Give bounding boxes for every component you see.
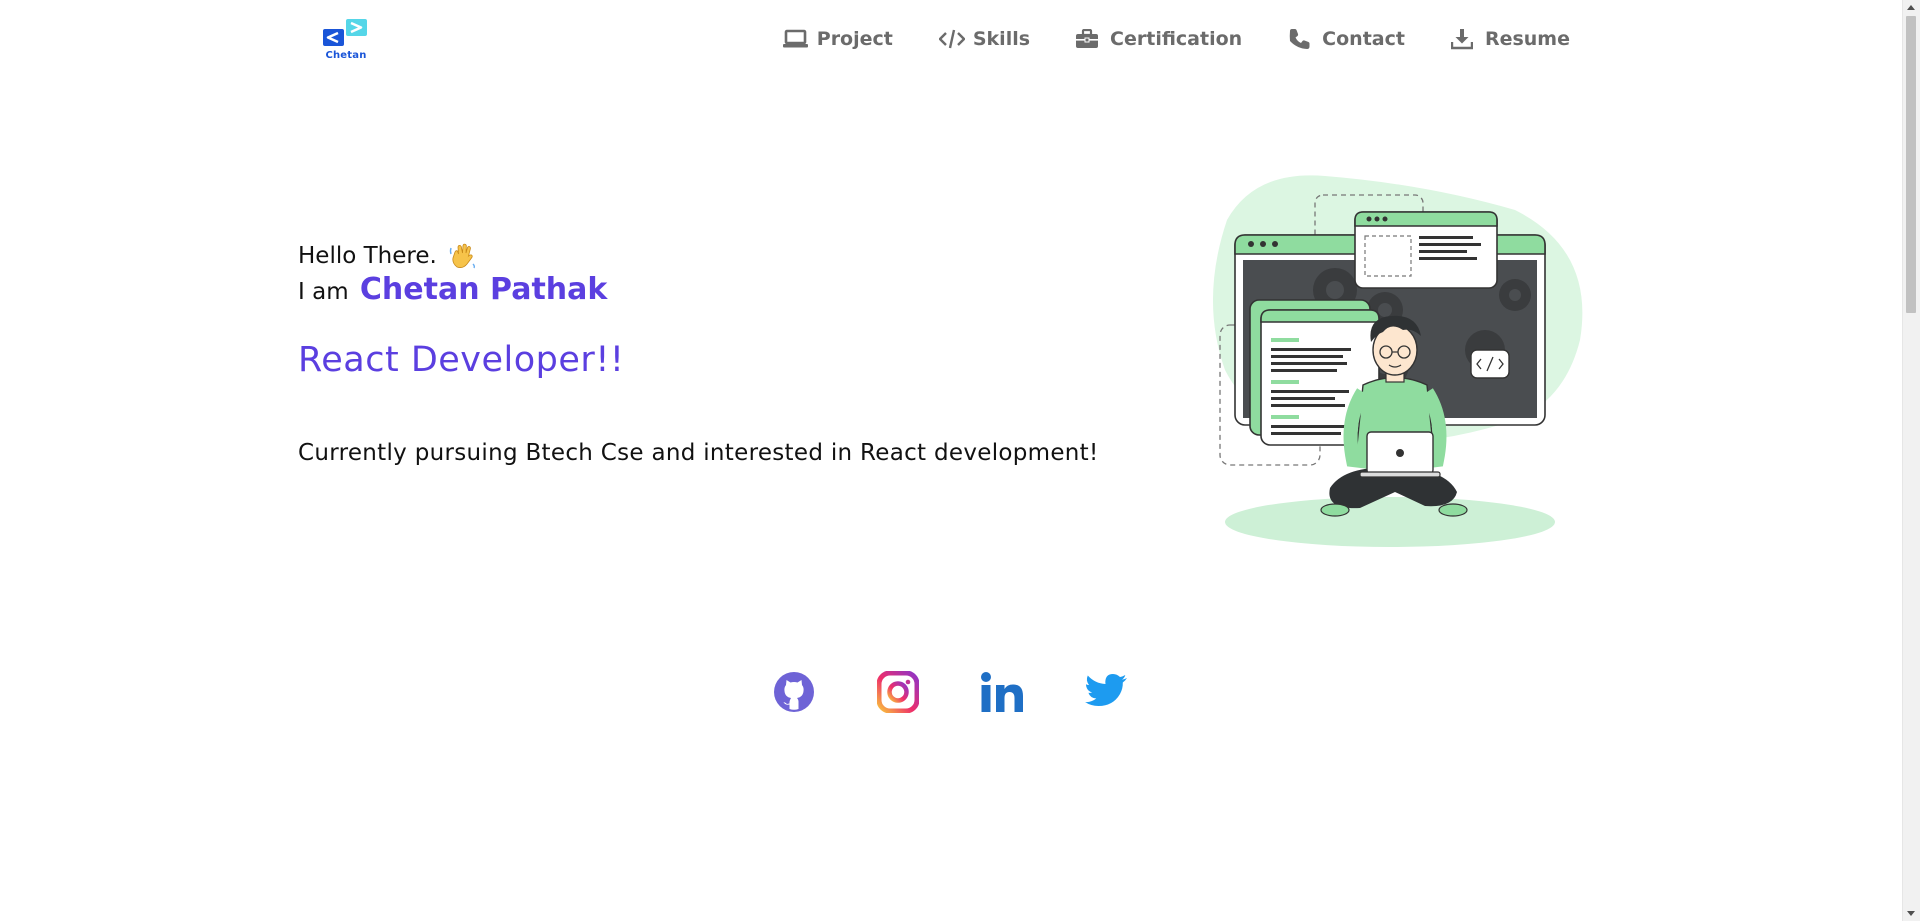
nav-item-label: Certification	[1110, 28, 1243, 50]
logo-text: Chetan	[325, 50, 367, 61]
page-scrollbar[interactable]	[1902, 0, 1920, 921]
twitter-icon	[1085, 674, 1127, 706]
social-link-instagram[interactable]	[874, 668, 922, 716]
nav-item-certification[interactable]: Certification	[1076, 28, 1242, 50]
nav-item-label: Skills	[972, 28, 1031, 50]
nav-item-label: Contact	[1322, 28, 1405, 50]
code-icon	[938, 28, 965, 50]
linkedin-icon	[981, 672, 1023, 712]
greeting: Hello There.	[298, 240, 1118, 272]
developer-laptop-illustration	[1195, 170, 1595, 550]
intro-line: I am Chetan Pathak	[298, 272, 1118, 310]
scroll-thumb[interactable]	[1906, 16, 1916, 313]
waving-hand-icon	[449, 242, 477, 270]
download-icon	[1450, 28, 1477, 50]
role-title: React Developer!!	[298, 340, 625, 380]
phone-icon	[1288, 28, 1314, 50]
briefcase-icon	[1076, 28, 1102, 50]
portfolio-page: Chetan Project Skills Certification Cont…	[0, 0, 1920, 921]
nav-item-label: Project	[816, 28, 893, 50]
social-link-linkedin[interactable]	[978, 668, 1026, 716]
summary-text: Currently pursuing Btech Cse and interes…	[298, 440, 1099, 466]
hero-section: Hello There. I am Chetan Pathak React De…	[298, 240, 1118, 466]
nav-item-resume[interactable]: Resume	[1450, 28, 1570, 50]
laptop-icon	[782, 28, 809, 50]
social-link-twitter[interactable]	[1082, 668, 1130, 716]
social-link-github[interactable]	[770, 668, 818, 716]
main-nav: Project Skills Certification Contact Res…	[782, 28, 1570, 50]
developer-name: Chetan Pathak	[359, 272, 608, 307]
logo[interactable]: Chetan	[320, 17, 372, 65]
scroll-down-icon[interactable]	[1907, 911, 1915, 916]
greeting-text: Hello There.	[298, 243, 437, 269]
nav-item-label: Resume	[1484, 28, 1570, 50]
social-links	[770, 668, 1130, 716]
scroll-up-icon[interactable]	[1907, 5, 1915, 10]
code-brackets-logo-icon	[323, 19, 367, 46]
github-icon	[774, 672, 814, 712]
nav-item-project[interactable]: Project	[782, 28, 893, 50]
instagram-icon	[877, 671, 919, 713]
intro-prefix: I am	[298, 279, 349, 305]
nav-item-skills[interactable]: Skills	[938, 28, 1031, 50]
nav-item-contact[interactable]: Contact	[1288, 28, 1405, 50]
